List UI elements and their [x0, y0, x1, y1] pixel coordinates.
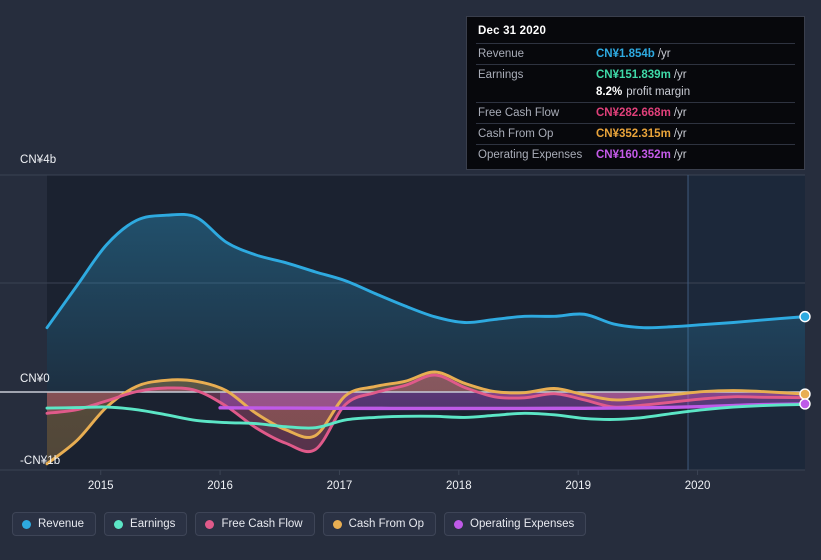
- tooltip-date: Dec 31 2020: [478, 25, 547, 37]
- legend-item-free-cash-flow[interactable]: Free Cash Flow: [195, 512, 315, 536]
- data-tooltip: Dec 31 2020 Revenue CN¥1.854b/yr Earnings C…: [466, 16, 805, 170]
- tooltip-row: Cash From Op CN¥352.315m/yr: [476, 123, 795, 144]
- y-axis-label-top: CN¥4b: [20, 154, 57, 166]
- legend-color-dot-icon: [332, 519, 342, 529]
- tooltip-row: Free Cash Flow CN¥282.668m/yr: [476, 102, 795, 123]
- legend-item-label: Free Cash Flow: [221, 518, 303, 530]
- legend-item-operating-expenses[interactable]: Operating Expenses: [444, 512, 587, 536]
- x-axis-label-2015: 2015: [87, 480, 114, 492]
- tooltip-row-value: CN¥160.352m: [596, 149, 671, 161]
- tooltip-row: Operating Expenses CN¥160.352m/yr: [476, 144, 795, 165]
- chart-legend[interactable]: Revenue Earnings Free Cash Flow Cash From O…: [12, 512, 587, 536]
- legend-item-label: Cash From Op: [348, 518, 425, 530]
- tooltip-row-label: Operating Expenses: [478, 149, 583, 161]
- legend-item-revenue[interactable]: Revenue: [12, 512, 97, 536]
- legend-item-cash-from-op[interactable]: Cash From Op: [322, 512, 437, 536]
- tooltip-rows: Revenue CN¥1.854b/yr Earnings CN¥151.839m/y…: [476, 43, 795, 165]
- tooltip-row-label: Free Cash Flow: [478, 107, 560, 119]
- legend-color-dot-icon: [205, 519, 215, 529]
- legend-item-label: Earnings: [130, 518, 176, 530]
- tooltip-row-unit: /yr: [673, 107, 687, 119]
- financial-chart: CN¥4b CN¥0 -CN¥1b 2015 2016 2017 2018 2019 20…: [0, 0, 821, 560]
- tooltip-row: 8.2% profit margin: [476, 85, 795, 102]
- x-axis-label-2016: 2016: [207, 480, 233, 492]
- legend-color-dot-icon: [114, 519, 124, 529]
- endpoint-cash-from-op[interactable]: [799, 388, 811, 400]
- tooltip-row-label: Cash From Op: [478, 128, 554, 140]
- x-axis-label-2020: 2020: [684, 480, 711, 492]
- tooltip-row-unit: profit margin: [626, 86, 691, 98]
- tooltip-row-unit: /yr: [673, 149, 687, 161]
- tooltip-row-label: Revenue: [478, 48, 525, 60]
- tooltip-row-value: CN¥352.315m: [596, 128, 671, 140]
- endpoint-operating-expenses[interactable]: [799, 398, 811, 410]
- x-axis-label-2017: 2017: [326, 480, 353, 492]
- x-axis-label-2018: 2018: [446, 480, 472, 492]
- y-axis-label-bottom: -CN¥1b: [20, 455, 61, 467]
- x-axis-label-2019: 2019: [565, 480, 591, 492]
- tooltip-row-value: CN¥282.668m: [596, 107, 671, 119]
- tooltip-row: Earnings CN¥151.839m/yr: [476, 64, 795, 85]
- endpoint-revenue[interactable]: [799, 310, 811, 323]
- legend-color-dot-icon: [22, 519, 31, 529]
- legend-item-earnings[interactable]: Earnings: [104, 512, 188, 536]
- tooltip-row-unit: /yr: [673, 69, 687, 81]
- y-axis-label-zero: CN¥0: [20, 373, 50, 385]
- legend-color-dot-icon: [454, 519, 464, 529]
- tooltip-row-value: 8.2%: [596, 86, 623, 98]
- tooltip-row-unit: /yr: [673, 128, 687, 140]
- tooltip-row-label: Earnings: [478, 69, 524, 81]
- tooltip-row-value: CN¥151.839m: [596, 69, 671, 81]
- tooltip-row: Revenue CN¥1.854b/yr: [476, 43, 795, 64]
- tooltip-row-unit: /yr: [657, 48, 671, 60]
- legend-item-label: Operating Expenses: [470, 518, 575, 530]
- tooltip-row-value: CN¥1.854b: [596, 48, 655, 60]
- legend-item-label: Revenue: [38, 518, 85, 530]
